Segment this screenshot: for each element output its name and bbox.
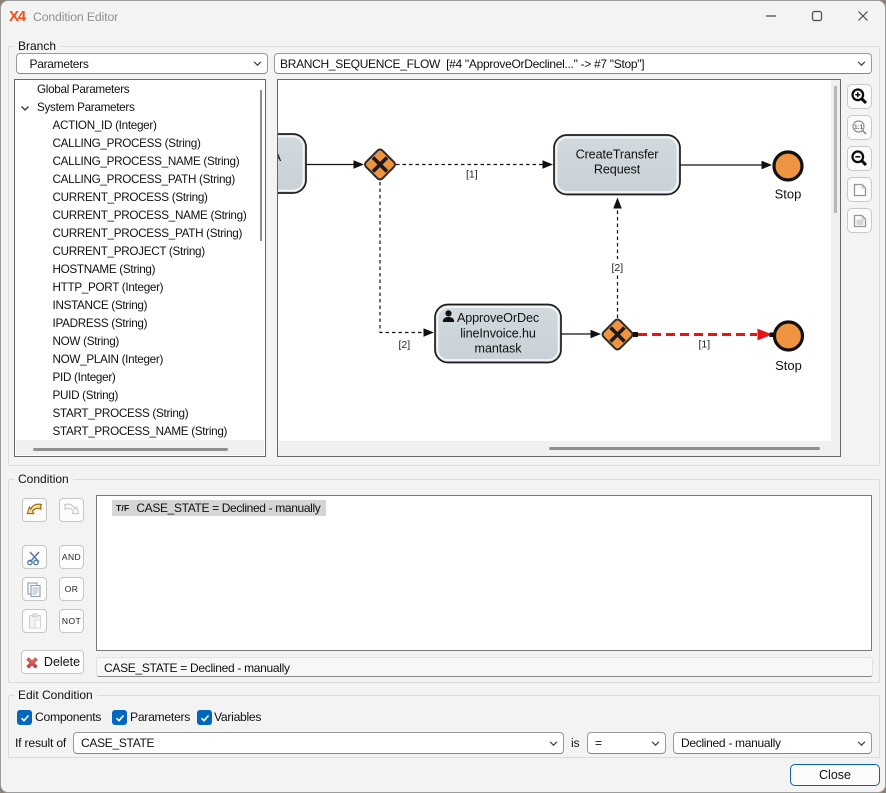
svg-text:lineInvoice.hu: lineInvoice.hu (460, 327, 536, 341)
svg-text:[2]: [2] (612, 262, 624, 274)
svg-text:1:1: 1:1 (854, 124, 864, 131)
svg-text:[1]: [1] (466, 169, 478, 181)
svg-text:Stop: Stop (775, 187, 802, 202)
svg-text:mantask: mantask (475, 342, 523, 356)
svg-text:Stop: Stop (775, 358, 802, 373)
svg-text:A: A (278, 149, 282, 164)
svg-text:CreateTransfer: CreateTransfer (576, 148, 659, 162)
svg-text:Request: Request (594, 163, 641, 177)
svg-text:[1]: [1] (699, 339, 711, 351)
svg-text:[2]: [2] (399, 339, 411, 351)
svg-text:ApproveOrDec: ApproveOrDec (457, 311, 539, 325)
